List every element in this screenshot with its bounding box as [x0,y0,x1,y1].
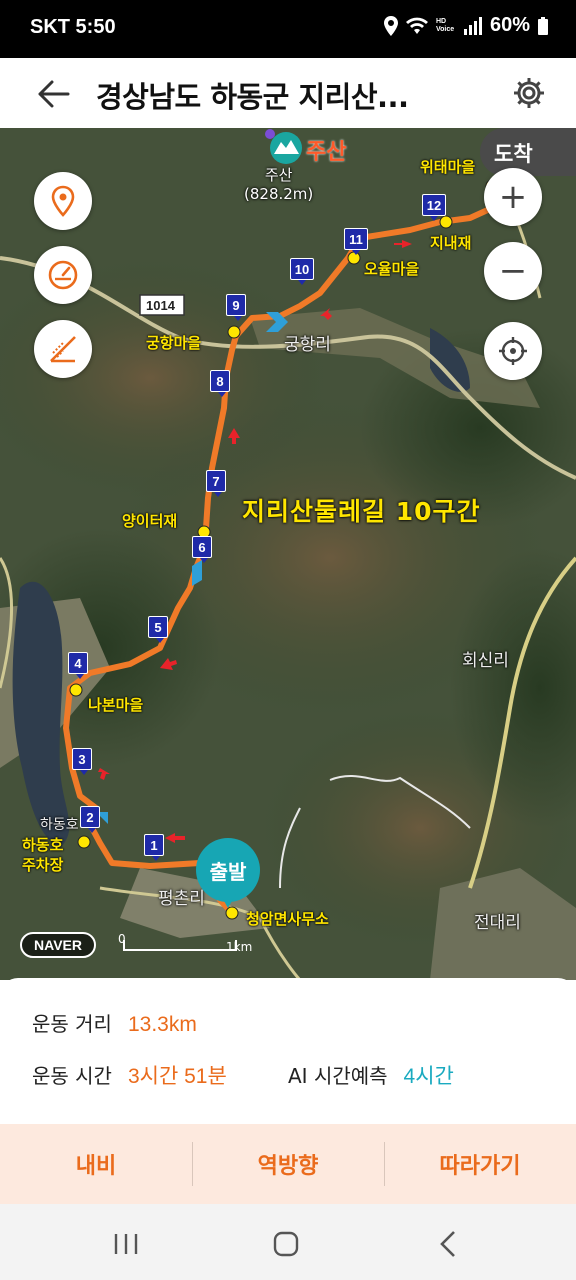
zoom-in-icon: + [498,177,528,217]
place-oyul: 오율마을 [364,260,420,278]
time-row: 운동 시간 3시간 51분 [32,1060,227,1090]
location-filter-button[interactable] [34,172,92,230]
stats-sheet: 운동 거리 13.3km 운동 시간 3시간 51분 AI 시간예측 4시간 [0,978,576,1128]
route-marker-8[interactable]: 8 [210,370,230,397]
wifi-icon [405,17,428,34]
recent-apps-icon [114,1234,138,1254]
page-title: 경상남도 하동군 지리산... [96,80,409,114]
route-marker-1[interactable]: 1 [144,834,164,861]
time-label: 운동 시간 [32,1064,112,1088]
route-marker-7[interactable]: 7 [206,470,226,497]
place-hadongho-parking-1: 하동호 [22,836,64,854]
place-yangiteojae: 양이터재 [122,512,178,530]
place-jeondaeri: 전대리 [474,913,521,933]
route-marker-10[interactable]: 10 [290,258,314,285]
distance-row: 운동 거리 13.3km [32,1008,197,1037]
action-bar: 내비 역방향 따라가기 [0,1124,576,1204]
nav-back-button[interactable] [418,1224,478,1264]
distance-value: 13.3km [127,1013,197,1036]
nav-back-icon [440,1231,455,1257]
slope-button[interactable] [34,320,92,378]
arrive-badge[interactable]: 도착 [480,128,576,176]
status-icons: HD Voice 60% [383,14,548,37]
time-value: 3시간 51분 [127,1065,227,1088]
home-button[interactable] [256,1224,316,1264]
peak-badge-label: 주산 [306,140,347,165]
route-marker-2[interactable]: 2 [80,806,100,833]
navi-button[interactable]: 내비 [0,1124,192,1204]
place-hoesinri: 회신리 [462,651,509,671]
route-marker-12[interactable]: 12 [422,194,446,221]
peak-elevation: (828.2m) [244,185,314,203]
slope-icon [50,336,76,363]
battery-percent: 60% [489,14,530,36]
route-marker-5[interactable]: 5 [148,616,168,643]
recent-apps-button[interactable] [96,1224,156,1264]
place-nabon: 나본마을 [88,696,144,714]
place-witae: 위태마을 [420,158,476,176]
place-hadongho-parking-2: 주차장 [22,856,64,874]
arrow-left-icon [38,80,70,108]
settings-button[interactable] [506,70,552,116]
route-marker-3[interactable]: 3 [72,748,92,775]
system-nav-bar [0,1204,576,1280]
ai-label: AI 시간예측 [288,1064,388,1088]
back-button[interactable] [28,72,80,116]
naver-logo: NAVER [20,932,96,958]
peak-name: 주산 [264,166,293,184]
place-gunghang: 궁항마을 [146,334,202,352]
scale-km: 1km [226,940,253,954]
road-number: 1014 [146,298,175,313]
distance-label: 운동 거리 [32,1012,112,1036]
carrier-time: SKT 5:50 [30,16,116,38]
ai-value: 4시간 [403,1065,454,1088]
crosshair-icon [499,337,527,365]
gear-icon [514,78,544,108]
scale-bar: 0 1km [118,932,252,954]
zoom-out-button[interactable]: − [484,242,542,300]
ai-row: AI 시간예측 4시간 [288,1060,454,1090]
speedometer-icon [48,260,78,290]
follow-button[interactable]: 따라가기 [384,1124,576,1204]
start-pin[interactable]: 출발 [196,838,260,908]
route-marker-4[interactable]: 4 [68,652,88,679]
home-icon [273,1231,299,1257]
zoom-out-icon: − [498,251,528,291]
place-gunghangri: 궁항리 [284,335,331,355]
peak-label: 주산 (828.2m) [244,164,313,203]
speed-button[interactable] [34,246,92,304]
route-marker-9[interactable]: 9 [226,294,246,321]
status-bar: SKT 5:50 HD Voice 60% [0,0,576,58]
map-pin-icon [51,185,75,217]
route-map[interactable]: 1 2 3 4 5 6 7 8 9 10 11 12 지리산둘레길 10구간 위… [0,128,576,980]
route-marker-11[interactable]: 11 [344,228,368,255]
location-icon [383,15,398,36]
battery-icon [538,16,548,35]
place-hadong: 하동호 [40,817,79,833]
course-title: 지리산둘레길 10구간 [242,497,481,526]
place-jinaejae: 지내재 [430,234,472,252]
zoom-in-button[interactable]: + [484,168,542,226]
signal-icon [463,16,482,35]
app-header: 경상남도 하동군 지리산... [0,58,576,128]
scale-zero: 0 [118,932,126,946]
place-cheongam-office: 청암면사무소 [246,910,329,928]
hd-voice-icon: HD Voice [435,17,455,33]
reverse-button[interactable]: 역방향 [192,1124,384,1204]
route-marker-6[interactable]: 6 [192,536,212,563]
place-pyeongchon: 평촌리 [158,889,205,909]
recenter-button[interactable] [484,322,542,380]
